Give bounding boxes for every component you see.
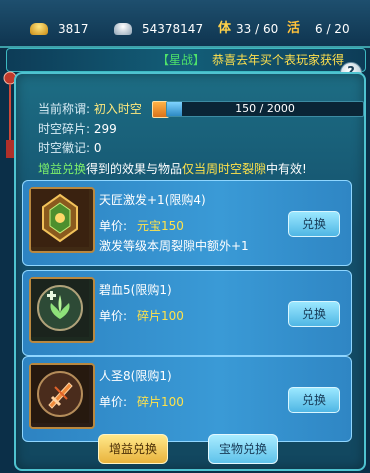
sword-icon	[29, 363, 95, 429]
price-label: 单价:	[99, 219, 128, 233]
tab-treasure-exchange[interactable]: 宝物兑换	[208, 434, 278, 464]
medal-icon	[29, 187, 95, 253]
tab-boost-exchange[interactable]: 增益兑换	[98, 434, 168, 464]
notice-mid: 得到的效果与物品	[86, 162, 183, 176]
rank-label: 当前称谓:	[38, 102, 91, 116]
emblem-row: 时空徽记: 0	[38, 140, 102, 156]
rank-value: 初入时空	[93, 102, 142, 116]
notice-highlight-rift: 仅当周时空裂隙	[182, 162, 267, 176]
vitality-value: 6 / 20	[315, 22, 350, 36]
rank-progress-text: 150 / 2000	[235, 102, 295, 115]
emblem-value: 0	[93, 141, 102, 155]
stamina-icon: 体	[218, 21, 232, 36]
item-card: 碧血5(限购1) 单价: 碎片100 兑换	[22, 270, 352, 356]
fragments-label: 时空碎片:	[38, 122, 91, 136]
broadcast-message: 恭喜去年买个表玩家获得	[212, 53, 345, 67]
notice-end: 中有效!	[266, 162, 307, 176]
item-card: 天匠激发+1(限购4) 单价: 元宝150 激发等级本周裂隙中额外+1 兑换	[22, 180, 352, 266]
stamina-value: 33 / 60	[236, 22, 279, 36]
item-name: 天匠激发+1(限购4)	[99, 193, 206, 207]
gold-ingot-icon	[30, 23, 48, 35]
exchange-button[interactable]: 兑换	[288, 387, 340, 413]
fragments-value: 299	[93, 122, 117, 136]
rank-progress-bar: 150 / 2000	[166, 101, 364, 117]
price-label: 单价:	[99, 395, 128, 409]
notice-text: 增益兑换得到的效果与物品仅当周时空裂隙中有效!	[38, 160, 307, 177]
notice-highlight-boost: 增益兑换	[38, 162, 87, 176]
item-description: 激发等级本周裂隙中额外+1	[99, 239, 249, 253]
price-label: 单价:	[99, 309, 128, 323]
emblem-label: 时空徽记:	[38, 141, 91, 155]
broadcast-banner: 【星战】 恭喜去年买个表玩家获得	[6, 48, 366, 72]
price-value: 碎片100	[137, 395, 184, 409]
broadcast-tag: 【星战】	[157, 53, 206, 67]
rank-row: 当前称谓: 初入时空	[38, 101, 142, 117]
exchange-button[interactable]: 兑换	[288, 301, 340, 327]
vitality-icon: 活	[287, 21, 301, 36]
item-card: 人圣8(限购1) 单价: 碎片100 兑换	[22, 356, 352, 442]
exchange-button[interactable]: 兑换	[288, 211, 340, 237]
item-name: 人圣8(限购1)	[99, 369, 172, 383]
silver-ingot-icon	[114, 23, 132, 35]
resource-bar: 3817 54378147 体 33 / 60 活 6 / 20	[0, 0, 370, 48]
price-value: 元宝150	[137, 219, 184, 233]
silver-amount: 54378147	[142, 22, 204, 36]
item-name: 碧血5(限购1)	[99, 283, 172, 297]
price-value: 碎片100	[137, 309, 184, 323]
fragments-row: 时空碎片: 299	[38, 121, 117, 137]
gold-amount: 3817	[58, 22, 89, 36]
lotus-heal-icon	[29, 277, 95, 343]
